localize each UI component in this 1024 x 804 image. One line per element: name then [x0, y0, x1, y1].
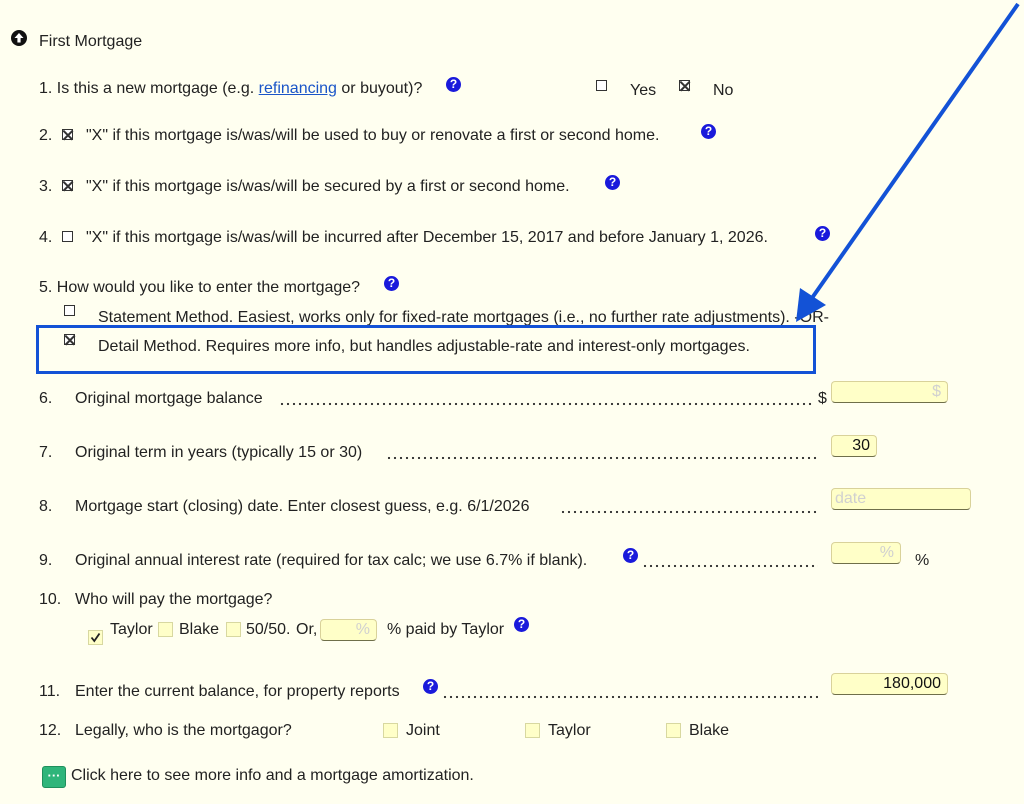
q6-leader-dots	[279, 402, 813, 406]
q10-help-icon[interactable]: ?	[514, 617, 529, 632]
highlight-box	[36, 325, 816, 374]
q2-number: 2.	[39, 127, 53, 144]
q8-text: Mortgage start (closing) date. Enter clo…	[75, 498, 530, 515]
mortgagor-taylor-label: Taylor	[548, 722, 591, 739]
q2-help-icon[interactable]: ?	[701, 124, 716, 139]
payer-blake-checkbox[interactable]	[158, 622, 173, 637]
q6-number: 6.	[39, 390, 53, 407]
q11-help-icon[interactable]: ?	[423, 679, 438, 694]
interest-rate-placeholder: %	[879, 544, 894, 561]
q2-text: "X" if this mortgage is/was/will be used…	[86, 127, 660, 144]
q1-label-after: or buyout)?	[341, 80, 423, 97]
q9-leader-dots	[642, 564, 818, 568]
current-balance-input[interactable]: 180,000	[831, 673, 948, 695]
mortgagor-joint-checkbox[interactable]	[383, 723, 398, 738]
payer-taylor-checkbox[interactable]	[88, 630, 103, 645]
q11-number: 11.	[39, 683, 61, 700]
collapse-section-icon[interactable]	[11, 30, 27, 46]
q1-no-label: No	[713, 82, 734, 99]
q11-leader-dots	[442, 695, 818, 699]
q10-number: 10.	[39, 591, 62, 608]
q6-text: Original mortgage balance	[75, 390, 263, 407]
q1-label: 1. Is this a new mortgage (e.g.	[39, 80, 255, 97]
payer-5050-checkbox[interactable]	[226, 622, 241, 637]
q2-checkbox[interactable]	[62, 129, 73, 140]
q3-text: "X" if this mortgage is/was/will be secu…	[86, 178, 570, 195]
percent-paid-input[interactable]: %	[320, 619, 377, 641]
q4-text: "X" if this mortgage is/was/will be incu…	[86, 229, 768, 246]
term-years-input[interactable]: 30	[831, 435, 877, 457]
q8-number: 8.	[39, 498, 53, 515]
q8-leader-dots	[560, 510, 818, 514]
payer-5050-label: 50/50.	[246, 621, 291, 638]
q3-help-icon[interactable]: ?	[605, 175, 620, 190]
q7-text: Original term in years (typically 15 or …	[75, 444, 363, 461]
percent-paid-label: % paid by Taylor	[387, 621, 505, 638]
start-date-placeholder: date	[835, 490, 867, 507]
original-balance-input[interactable]: $	[831, 381, 948, 403]
q9-text: Original annual interest rate (required …	[75, 552, 588, 569]
mortgagor-joint-label: Joint	[406, 722, 440, 739]
q6-currency: $	[818, 390, 827, 407]
q1-text: 1. Is this a new mortgage (e.g. refinanc…	[39, 79, 422, 99]
q3-checkbox[interactable]	[62, 180, 73, 191]
mortgagor-taylor-checkbox[interactable]	[525, 723, 540, 738]
q7-number: 7.	[39, 444, 53, 461]
q4-number: 4.	[39, 229, 53, 246]
q9-help-icon[interactable]: ?	[623, 548, 638, 563]
q12-text: Legally, who is the mortgagor?	[75, 722, 292, 739]
statement-method-checkbox[interactable]	[64, 305, 75, 316]
interest-rate-input[interactable]: %	[831, 542, 901, 564]
mortgagor-blake-checkbox[interactable]	[666, 723, 681, 738]
q4-help-icon[interactable]: ?	[815, 226, 830, 241]
q3-number: 3.	[39, 178, 53, 195]
payer-or-label: Or,	[296, 621, 318, 638]
refinancing-link[interactable]: refinancing	[259, 80, 337, 97]
percent-paid-placeholder: %	[355, 621, 370, 638]
section-title: First Mortgage	[39, 33, 143, 50]
q5-text: 5. How would you like to enter the mortg…	[39, 279, 361, 296]
q9-number: 9.	[39, 552, 53, 569]
more-info-button[interactable]: ···	[42, 766, 66, 788]
q1-no-checkbox[interactable]	[679, 80, 690, 91]
q1-yes-checkbox[interactable]	[596, 80, 607, 91]
q5-help-icon[interactable]: ?	[384, 276, 399, 291]
q4-checkbox[interactable]	[62, 231, 73, 242]
q7-leader-dots	[386, 456, 818, 460]
q9-percent-suffix: %	[915, 552, 930, 569]
q12-number: 12.	[39, 722, 62, 739]
more-info-text[interactable]: Click here to see more info and a mortga…	[71, 766, 474, 786]
payer-blake-label: Blake	[179, 621, 220, 638]
start-date-input[interactable]: date	[831, 488, 971, 510]
original-balance-placeholder: $	[932, 383, 941, 400]
q11-text: Enter the current balance, for property …	[75, 683, 400, 700]
q1-yes-label: Yes	[630, 82, 657, 99]
mortgagor-blake-label: Blake	[689, 722, 730, 739]
payer-taylor-label: Taylor	[110, 621, 153, 638]
q10-text: Who will pay the mortgage?	[75, 591, 273, 608]
q1-help-icon[interactable]: ?	[446, 77, 461, 92]
